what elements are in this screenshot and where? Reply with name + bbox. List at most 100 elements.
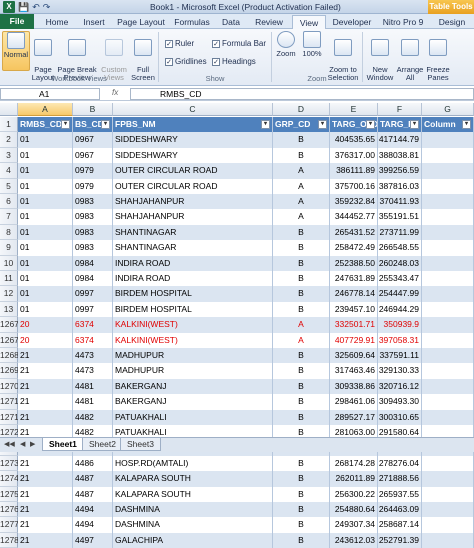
table-cell[interactable] [422,332,474,348]
table-cell[interactable] [422,286,474,302]
row-header[interactable]: 4 [0,163,18,179]
select-all-corner[interactable] [0,103,18,116]
tab-page-layout[interactable]: Page Layout [112,15,170,29]
name-box[interactable]: A1 [0,88,100,100]
table-cell[interactable]: KALAPARA SOUTH [113,486,273,502]
row-header[interactable]: 1271 [0,394,19,410]
tab-design[interactable]: Design [432,15,472,29]
table-cell[interactable]: OUTER CIRCULAR ROAD [113,163,273,179]
table-cell[interactable]: 01 [18,255,73,271]
table-cell[interactable]: B [273,132,330,148]
table-cell[interactable]: BIRDEM HOSPITAL [113,301,273,318]
tab-nitro-pro[interactable]: Nitro Pro 9 [378,15,428,29]
table-cell[interactable]: GALACHIPA [113,532,273,548]
table-cell[interactable]: B [273,455,330,472]
table-cell[interactable]: 0984 [73,255,113,271]
table-cell[interactable]: INDIRA ROAD [113,271,273,287]
table-cell[interactable]: 258472.49 [330,240,378,256]
table-cell[interactable]: 246778.14 [330,286,378,302]
table-cell[interactable]: 21 [18,532,73,548]
table-cell[interactable]: 0983 [73,240,113,256]
insert-function-icon[interactable]: fx [112,88,118,97]
table-cell[interactable]: 01 [18,271,73,287]
table-cell[interactable] [422,363,474,379]
redo-icon[interactable]: ↷ [43,2,51,13]
table-cell[interactable]: B [273,363,330,379]
table-cell[interactable]: 278276.04 [378,455,422,472]
table-column-header[interactable]: TARG_P ▾ [378,117,422,133]
table-cell[interactable]: SHAHJAHANPUR [113,209,273,225]
table-cell[interactable]: 01 [18,301,73,318]
table-cell[interactable]: 21 [18,348,73,364]
row-header[interactable]: 1270 [0,378,19,395]
table-column-header[interactable]: GRP_CD ▾ [273,117,330,133]
table-cell[interactable]: SHAHJAHANPUR [113,194,273,210]
table-cell[interactable] [422,471,474,487]
row-header[interactable]: 1269 [0,363,19,379]
row-header[interactable]: 1273 [0,455,19,472]
table-cell[interactable]: 273711.99 [378,224,422,241]
normal-view-button[interactable]: Normal [2,31,30,71]
arrange-all-button[interactable]: Arrange All [396,31,424,82]
table-cell[interactable]: 4494 [73,517,113,533]
table-column-header[interactable]: BS_CD ▾ [73,117,113,133]
row-header[interactable]: 1271 [0,409,19,425]
table-cell[interactable]: 4497 [73,532,113,548]
table-cell[interactable]: 388038.81 [378,147,422,164]
table-cell[interactable] [422,255,474,271]
row-header[interactable]: 7 [0,209,18,225]
column-header-e[interactable]: E [330,103,378,116]
table-cell[interactable]: B [273,255,330,271]
table-cell[interactable] [422,317,474,333]
table-cell[interactable]: 4494 [73,502,113,518]
table-cell[interactable]: 20 [18,332,73,348]
table-cell[interactable]: 370411.93 [378,194,422,210]
table-cell[interactable]: 4473 [73,363,113,379]
table-cell[interactable]: 376317.00 [330,147,378,164]
table-cell[interactable]: B [273,471,330,487]
table-cell[interactable]: B [273,147,330,164]
page-layout-view-button[interactable]: Page Layout [31,31,55,82]
table-cell[interactable]: 258687.14 [378,517,422,533]
table-cell[interactable]: 01 [18,194,73,210]
table-cell[interactable]: 4481 [73,394,113,410]
row-header[interactable]: 1278 [0,532,19,548]
table-cell[interactable]: 21 [18,517,73,533]
custom-views-button[interactable]: Custom Views [99,31,129,82]
table-cell[interactable]: B [273,286,330,302]
row-header[interactable]: 1268 [0,348,19,364]
table-cell[interactable]: 0983 [73,194,113,210]
page-break-preview-button[interactable]: Page Break Preview [56,31,98,82]
table-cell[interactable] [422,178,474,194]
column-header-d[interactable]: D [273,103,330,116]
table-cell[interactable]: 21 [18,471,73,487]
table-cell[interactable]: 6374 [73,317,113,333]
column-header-c[interactable]: C [113,103,273,116]
table-cell[interactable]: BAKERGANJ [113,394,273,410]
table-cell[interactable]: 254447.99 [378,286,422,302]
column-header-g[interactable]: G [422,103,474,116]
row-header[interactable]: 2 [0,132,18,148]
table-cell[interactable]: 255343.47 [378,271,422,287]
table-cell[interactable] [422,163,474,179]
zoom-100-button[interactable]: 100% [299,31,325,71]
table-cell[interactable]: 407729.91 [330,332,378,348]
row-header[interactable]: 9 [0,240,18,256]
table-cell[interactable]: 265431.52 [330,224,378,241]
table-cell[interactable] [422,517,474,533]
save-icon[interactable]: 💾 [18,2,29,13]
row-header[interactable]: 12 [0,286,18,302]
table-cell[interactable]: B [273,517,330,533]
table-cell[interactable]: B [273,378,330,395]
table-cell[interactable]: A [273,209,330,225]
table-cell[interactable]: 265937.55 [378,486,422,502]
full-screen-button[interactable]: Full Screen [130,31,156,82]
table-cell[interactable]: 0979 [73,163,113,179]
table-cell[interactable]: INDIRA ROAD [113,255,273,271]
table-cell[interactable]: PATUAKHALI [113,409,273,425]
gridlines-checkbox[interactable]: ✓ Gridlines [165,57,207,66]
table-cell[interactable]: SIDDESHWARY [113,132,273,148]
table-cell[interactable]: 01 [18,132,73,148]
column-header-a[interactable]: A [18,103,73,116]
table-cell[interactable]: 20 [18,317,73,333]
